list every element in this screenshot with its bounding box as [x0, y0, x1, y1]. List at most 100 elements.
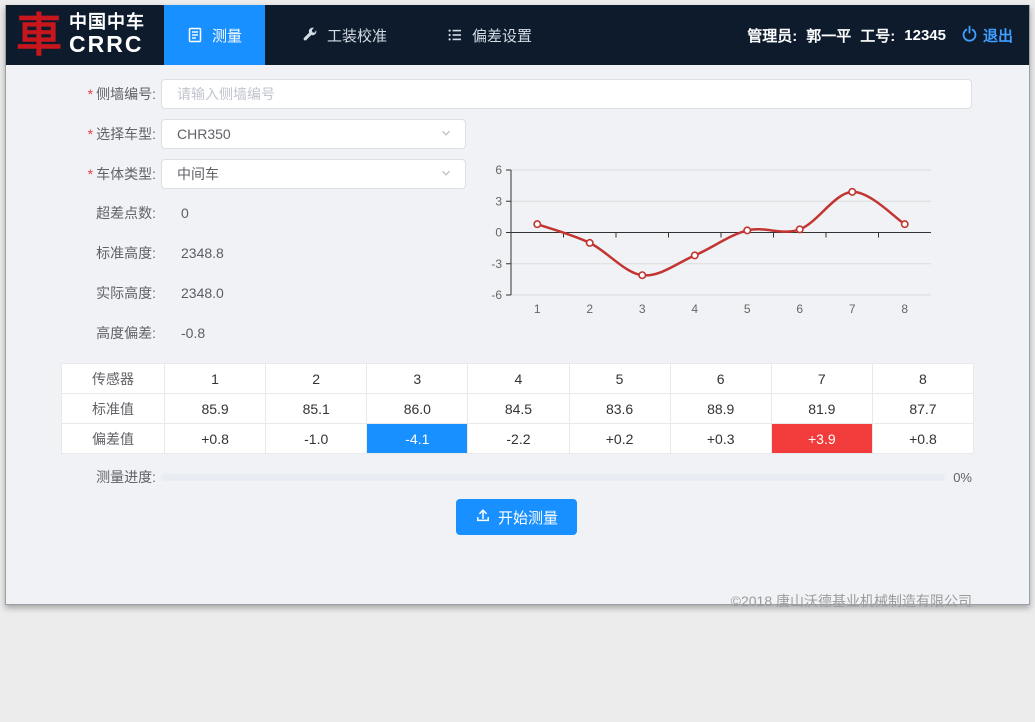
logout-label: 退出 [983, 25, 1013, 46]
brand-name-cn: 中国中车 [69, 13, 145, 32]
table-cell: -1.0 [266, 424, 367, 454]
crrc-logo-icon: 車 [16, 12, 62, 58]
list-icon [447, 27, 463, 43]
progress-label: 测量进度: [61, 467, 156, 487]
table-cell: 87.7 [872, 394, 973, 424]
table-row: 传感器12345678 [62, 364, 974, 394]
copyright-text: ©2018 唐山沃德基业机械制造有限公司 [731, 593, 972, 609]
progress-track [161, 474, 945, 481]
tab-label: 测量 [212, 25, 242, 46]
field-label: 侧墙编号: [96, 86, 156, 102]
svg-text:3: 3 [495, 194, 502, 208]
table-cell: 1 [165, 364, 266, 394]
train-model-select[interactable]: CHR350 [161, 119, 466, 149]
field-label: 车体类型: [96, 166, 156, 182]
progress-percent: 0% [953, 470, 972, 485]
document-icon [187, 27, 203, 43]
user-role-label: 管理员: [747, 25, 797, 46]
svg-text:1: 1 [534, 302, 541, 316]
wrench-icon [302, 27, 318, 43]
table-cell: 3 [367, 364, 468, 394]
table-cell: 6 [670, 364, 771, 394]
stat-value: -0.8 [161, 325, 205, 341]
footer: ©2018 唐山沃德基业机械制造有限公司 [61, 591, 972, 611]
stat-label: 超差点数: [61, 203, 156, 223]
app-window: 車 中国中车 CRRC 测量 工装校准 [5, 5, 1030, 605]
table-cell: -4.1 [367, 424, 468, 454]
start-measure-button[interactable]: 开始测量 [456, 499, 577, 535]
table-cell: 4 [468, 364, 569, 394]
main-content: *侧墙编号: *选择车型: CHR350 *车体类型: 中间车 [6, 65, 1029, 605]
deviation-line-chart: 630-3-612345678 [471, 160, 991, 330]
table-cell: 81.9 [771, 394, 872, 424]
chevron-down-icon [439, 166, 453, 183]
table-cell: 7 [771, 364, 872, 394]
table-cell: +0.2 [569, 424, 670, 454]
svg-text:4: 4 [691, 302, 698, 316]
required-asterisk: * [88, 126, 93, 142]
field-label: 选择车型: [96, 126, 156, 142]
upload-icon [475, 507, 491, 527]
tab-measure[interactable]: 测量 [164, 5, 265, 65]
table-cell: +0.8 [872, 424, 973, 454]
table-cell: 86.0 [367, 394, 468, 424]
sensor-table: 传感器12345678标准值85.985.186.084.583.688.981… [61, 363, 974, 454]
selected-value: CHR350 [177, 126, 231, 142]
stat-value: 2348.0 [161, 285, 224, 301]
table-cell: 84.5 [468, 394, 569, 424]
row-label: 偏差值 [62, 424, 165, 454]
logout-button[interactable]: 退出 [961, 25, 1013, 46]
worker-id: 12345 [904, 27, 946, 44]
brand-name-en: CRRC [69, 32, 145, 56]
required-asterisk: * [88, 86, 93, 102]
table-row: 偏差值+0.8-1.0-4.1-2.2+0.2+0.3+3.9+0.8 [62, 424, 974, 454]
svg-text:5: 5 [744, 302, 751, 316]
sidewall-number-input[interactable] [161, 79, 972, 109]
table-cell: 8 [872, 364, 973, 394]
svg-text:7: 7 [849, 302, 856, 316]
stat-label: 高度偏差: [61, 323, 156, 343]
tab-label: 工装校准 [327, 25, 387, 46]
user-info: 管理员: 郭一平 工号: 12345 退出 [747, 5, 1029, 65]
svg-text:-3: -3 [491, 257, 502, 271]
stat-label: 实际高度: [61, 283, 156, 303]
selected-value: 中间车 [177, 164, 219, 184]
svg-text:6: 6 [796, 302, 803, 316]
tab-deviation-settings[interactable]: 偏差设置 [424, 5, 555, 65]
table-row: 标准值85.985.186.084.583.688.981.987.7 [62, 394, 974, 424]
table-cell: +0.3 [670, 424, 771, 454]
table-cell: +0.8 [165, 424, 266, 454]
row-label: 标准值 [62, 394, 165, 424]
tab-tooling-calibration[interactable]: 工装校准 [279, 5, 410, 65]
user-name: 郭一平 [806, 25, 851, 46]
form-row-sidewall-number: *侧墙编号: [61, 79, 972, 109]
power-icon [961, 25, 978, 46]
table-cell: 85.9 [165, 394, 266, 424]
svg-text:6: 6 [495, 163, 502, 177]
table-cell: 85.1 [266, 394, 367, 424]
main-nav: 测量 工装校准 偏差设置 [164, 5, 555, 65]
stat-label: 标准高度: [61, 243, 156, 263]
tab-label: 偏差设置 [472, 25, 532, 46]
svg-text:2: 2 [586, 302, 593, 316]
app-header: 車 中国中车 CRRC 测量 工装校准 [6, 5, 1029, 65]
brand-logo: 車 中国中车 CRRC [6, 5, 164, 65]
svg-text:8: 8 [901, 302, 908, 316]
table-cell: 5 [569, 364, 670, 394]
carbody-type-select[interactable]: 中间车 [161, 159, 466, 189]
stat-value: 2348.8 [161, 245, 224, 261]
svg-text:-6: -6 [491, 288, 502, 302]
svg-text:0: 0 [495, 226, 502, 240]
table-cell: 88.9 [670, 394, 771, 424]
measure-progress: 测量进度: 0% [61, 467, 972, 487]
table-cell: 2 [266, 364, 367, 394]
required-asterisk: * [88, 166, 93, 182]
row-label: 传感器 [62, 364, 165, 394]
table-cell: 83.6 [569, 394, 670, 424]
chevron-down-icon [439, 126, 453, 143]
stat-value: 0 [161, 205, 189, 221]
form-row-train-model: *选择车型: CHR350 [61, 119, 972, 149]
table-cell: +3.9 [771, 424, 872, 454]
worker-id-label: 工号: [860, 25, 895, 46]
table-cell: -2.2 [468, 424, 569, 454]
